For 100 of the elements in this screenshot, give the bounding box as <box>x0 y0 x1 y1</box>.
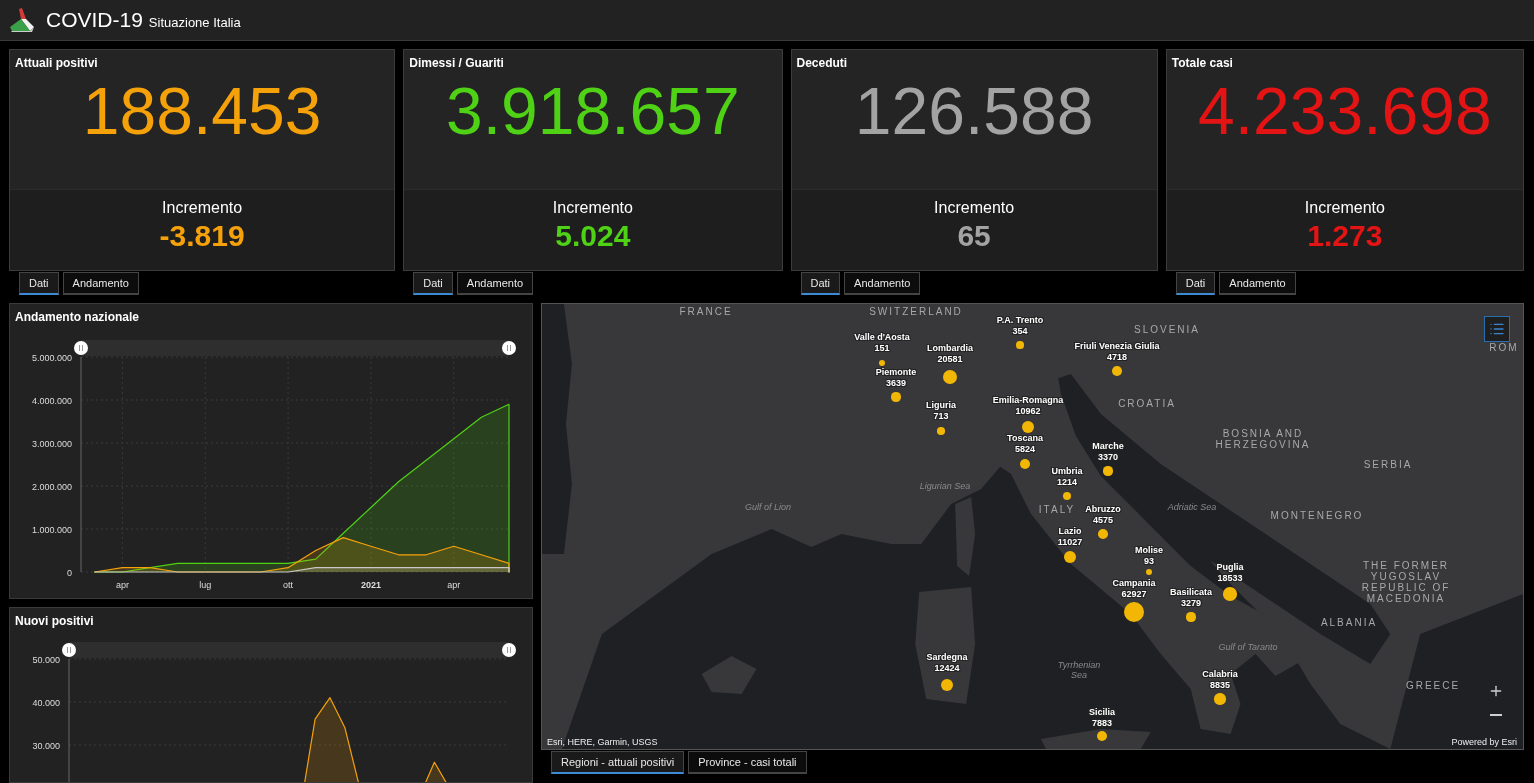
region-marker[interactable] <box>1186 612 1196 622</box>
view-tab[interactable]: Dati <box>413 272 453 295</box>
region-label: Marche 3370 <box>1092 441 1124 463</box>
increment-value: 1.273 <box>1307 219 1383 253</box>
x-tick-label: lug <box>199 580 212 590</box>
region-marker[interactable] <box>1016 341 1024 349</box>
slider-handle[interactable] <box>502 643 516 657</box>
increment-value: 5.024 <box>555 219 631 253</box>
country-label: GREECE <box>1405 680 1461 691</box>
x-tick-label: apr <box>447 580 461 590</box>
view-tab[interactable]: Andamento <box>844 272 921 295</box>
map-layer-tab[interactable]: Regioni - attuali positivi <box>551 751 685 774</box>
y-tick-label: 30.000 <box>32 741 60 751</box>
country-label: THE FORMER YUGOSLAV REPUBLIC OF MACEDONIA <box>1360 560 1452 604</box>
country-label: BOSNIA AND HERZEGOVINA <box>1214 428 1312 450</box>
map-attribution: Esri, HERE, Garmin, USGS <box>547 737 658 747</box>
increment-label: Incremento <box>1304 199 1385 217</box>
region-label: Sardegna 12424 <box>926 652 968 674</box>
region-marker[interactable] <box>878 359 886 367</box>
slider-handle[interactable] <box>62 643 76 657</box>
app-title: COVID-19 <box>46 8 143 32</box>
country-label: CROATIA <box>1118 398 1176 409</box>
region-label: Toscana 5824 <box>1007 433 1043 455</box>
region-marker[interactable] <box>891 392 901 402</box>
stat-value: 4.233.698 <box>1198 78 1492 144</box>
view-tab[interactable]: Dati <box>19 272 59 295</box>
region-marker[interactable] <box>1145 568 1153 576</box>
increment-label: Incremento <box>162 199 243 217</box>
logo-icon <box>8 7 36 33</box>
powered-by-text: Powered by Esri <box>1451 737 1517 747</box>
region-label: Umbria 1214 <box>1051 466 1083 488</box>
region-label: Calabria 8835 <box>1202 669 1238 691</box>
region-marker[interactable] <box>1096 730 1108 742</box>
region-marker[interactable] <box>1022 421 1034 433</box>
stat-value: 188.453 <box>82 78 322 144</box>
increment-label: Incremento <box>552 199 633 217</box>
sea-label: Ligurian Sea <box>919 481 971 491</box>
plus-icon <box>1488 683 1504 699</box>
map-layer-tab[interactable]: Province - casi totali <box>688 751 807 774</box>
region-marker[interactable] <box>940 678 954 692</box>
x-tick-label: ott <box>283 580 294 590</box>
y-tick-label: 40.000 <box>32 698 60 708</box>
view-tab[interactable]: Dati <box>800 272 841 295</box>
region-label: Molise 93 <box>1135 545 1163 567</box>
y-tick-label: 3.000.000 <box>31 439 72 449</box>
region-label: Basilicata 3279 <box>1170 587 1212 609</box>
country-label: FRANCE <box>679 306 733 317</box>
region-label: Sicilia 7883 <box>1089 707 1115 729</box>
stat-value: 3.918.657 <box>446 78 740 144</box>
region-marker[interactable] <box>1019 458 1031 470</box>
list-icon <box>1489 321 1505 337</box>
y-tick-label: 1.000.000 <box>31 525 72 535</box>
sea-label: Adriatic Sea <box>1167 502 1217 512</box>
region-marker[interactable] <box>1098 529 1108 539</box>
y-tick-label: 5.000.000 <box>31 353 72 363</box>
country-label: ALBANIA <box>1320 617 1378 628</box>
region-marker[interactable] <box>937 427 945 435</box>
y-tick-label: 50.000 <box>32 655 60 665</box>
increment-value: 65 <box>957 219 991 253</box>
y-tick-label: 4.000.000 <box>31 396 72 406</box>
country-label: SLOVENIA <box>1134 324 1200 335</box>
region-label: Valle d'Aosta 151 <box>854 332 910 354</box>
region-marker[interactable] <box>1063 492 1071 500</box>
increment-value: -3.819 <box>159 219 245 253</box>
x-tick-label: apr <box>115 580 129 590</box>
sea-label: Tyrrhenian Sea <box>1056 660 1102 680</box>
sea-label: Gulf of Lion <box>745 502 791 512</box>
region-label: Friuli Venezia Giulia 4718 <box>1074 341 1160 363</box>
region-label: Puglia 18533 <box>1216 562 1244 584</box>
region-marker[interactable] <box>1064 551 1076 563</box>
card-title: Deceduti <box>795 55 849 70</box>
country-label: SWITZERLAND <box>869 306 963 317</box>
region-label: Liguria 713 <box>926 400 956 422</box>
country-label: ITALY <box>1038 504 1076 515</box>
country-label: ROM <box>1489 342 1519 353</box>
sea-label: Gulf of Taranto <box>1218 642 1278 652</box>
region-marker[interactable] <box>1214 693 1226 705</box>
view-tab[interactable]: Andamento <box>456 272 534 295</box>
region-label: Abruzzo 4575 <box>1085 504 1121 526</box>
minus-icon <box>1490 714 1502 716</box>
y-tick-label: 0 <box>67 568 72 578</box>
y-tick-label: 2.000.000 <box>31 482 72 492</box>
view-tab[interactable]: Andamento <box>1219 272 1296 295</box>
chart-title: Andamento nazionale <box>14 309 140 326</box>
country-label: MONTENEGRO <box>1270 510 1364 521</box>
view-tab[interactable]: Dati <box>1175 272 1216 295</box>
x-tick-label: 2021 <box>360 580 381 590</box>
slider-handle[interactable] <box>74 341 88 355</box>
region-marker[interactable] <box>1103 466 1113 476</box>
legend-button[interactable] <box>1484 316 1510 342</box>
view-tab[interactable]: Andamento <box>62 272 139 295</box>
region-label: Lombardia 20581 <box>927 343 973 365</box>
chart-title: Nuovi positivi <box>14 613 95 628</box>
increment-label: Incremento <box>934 199 1015 217</box>
card-title: Dimessi / Guariti <box>408 55 505 70</box>
slider-handle[interactable] <box>502 341 516 355</box>
stat-value: 126.588 <box>854 78 1094 144</box>
region-marker[interactable] <box>1112 366 1122 376</box>
region-label: Piemonte 3639 <box>875 367 917 389</box>
app-subtitle: Situazione Italia <box>148 14 241 30</box>
